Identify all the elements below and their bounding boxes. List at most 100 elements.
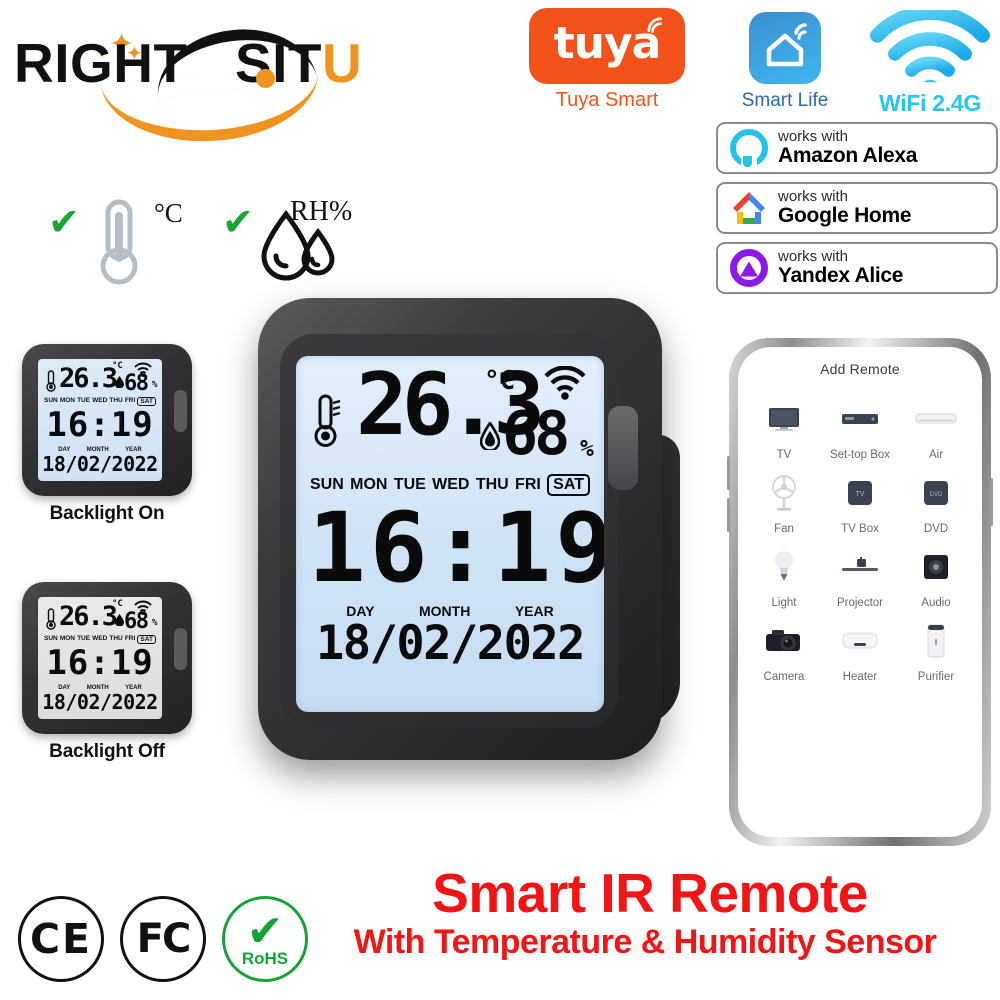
- wifi-icon: [134, 600, 152, 615]
- smart-life-label: Smart Life: [741, 90, 829, 111]
- tv-box-icon: TV: [822, 465, 898, 521]
- device-label: Camera: [763, 671, 805, 683]
- device-option-settop-box[interactable]: Set-top Box: [822, 391, 898, 461]
- logo-wordmark: RIGHT SITU: [14, 36, 362, 91]
- yandex-alice-icon: [728, 247, 770, 289]
- smart-life-badge: Smart Life: [735, 12, 835, 112]
- works-with-prefix: works with: [778, 188, 849, 206]
- main-humidity: 68: [502, 399, 570, 469]
- brand-logo: ✦ ✦ ✦ RIGHT SITU: [14, 20, 424, 147]
- mini-side-button[interactable]: [174, 390, 187, 432]
- variant-backlight-on: 26.3 °C 68 % SUN MON TUE WED THU FRI SAT…: [22, 344, 192, 525]
- variant-caption: Backlight Off: [49, 741, 165, 762]
- main-date: 18/02/2022: [316, 615, 585, 671]
- humidity-drop-icon: [115, 376, 124, 388]
- svg-text:DVD: DVD: [930, 492, 943, 498]
- works-with-platform: Google Home: [778, 203, 912, 227]
- dvd-icon: DVD: [898, 465, 974, 521]
- mini-temp-unit: °C: [112, 361, 123, 371]
- humidity-drop-icon: [480, 422, 500, 450]
- ce-badge: CE: [18, 896, 104, 982]
- device-body: 26.3 °C 68 % SUN MON TUE WED THU FRI SAT…: [258, 298, 662, 760]
- badge-amazon-alexa: works with Amazon Alexa: [716, 122, 998, 174]
- device-option-purifier[interactable]: Purifier: [898, 613, 974, 683]
- temp-unit-label: °C: [154, 198, 183, 228]
- certification-badges: CE FC ✔ RoHS: [18, 896, 308, 982]
- check-icon: ✔: [246, 906, 284, 958]
- mini-temperature: 26.3: [59, 363, 118, 394]
- device-label: Set-top Box: [829, 449, 891, 461]
- feature-temperature: ✔: [48, 203, 80, 241]
- logo-dot-icon: [256, 69, 275, 88]
- works-with-platform: Yandex Alice: [778, 263, 904, 287]
- device-label: TV: [776, 449, 792, 461]
- main-time: 16:19: [308, 492, 604, 604]
- device-option-tv[interactable]: TV: [746, 391, 822, 461]
- device-label: Fan: [774, 523, 794, 535]
- subheadline: With Temperature & Humidity Sensor: [353, 923, 937, 961]
- settop-box-icon: [822, 391, 898, 447]
- device-label: DVD: [923, 523, 949, 535]
- main-device: 26.3 °C 68 % SUN MON TUE WED THU FRI SAT…: [258, 292, 708, 772]
- mini-temperature: 26.3: [59, 601, 118, 632]
- device-option-projector[interactable]: Projector: [822, 539, 898, 609]
- mini-date: 18/02/2022: [42, 690, 158, 714]
- wifi-signal-icon: [870, 10, 990, 83]
- fcc-label: FC: [136, 916, 192, 962]
- heater-icon: [822, 613, 898, 669]
- device-label: Purifier: [917, 671, 955, 683]
- purifier-icon: [898, 613, 974, 669]
- main-lcd-screen: 26.3 °C 68 % SUN MON TUE WED THU FRI SAT…: [296, 356, 604, 712]
- variant-caption: Backlight On: [49, 503, 165, 524]
- camera-icon: [746, 613, 822, 669]
- mini-temp-unit: °C: [112, 599, 123, 609]
- device-option-tv-box[interactable]: TV TV Box: [822, 465, 898, 535]
- badge-google-home: works with Google Home: [716, 182, 998, 234]
- wifi-badge: WiFi 2.4G: [862, 10, 998, 117]
- check-icon: ✔: [222, 200, 254, 244]
- device-option-camera[interactable]: Camera: [746, 613, 822, 683]
- thermometer-icon: [314, 394, 341, 447]
- logo-text-right: RIGHT: [14, 32, 188, 94]
- device-option-dvd[interactable]: DVD DVD: [898, 465, 974, 535]
- air-conditioner-icon: [898, 391, 974, 447]
- works-with-prefix: works with: [778, 248, 849, 266]
- device-label: Heater: [842, 671, 878, 683]
- tuya-logo-tile: tuya: [529, 8, 685, 84]
- product-marketing-image: ✦ ✦ ✦ RIGHT SITU tuya Tuya Smart Smart L…: [0, 0, 1000, 1000]
- mini-lcd-screen: 26.3 °C 68 % SUN MON TUE WED THU FRI SAT…: [38, 359, 162, 481]
- mini-lcd-screen: 26.3 °C 68 % SUN MON TUE WED THU FRI SAT…: [38, 597, 162, 719]
- thermometer-icon: [100, 199, 138, 285]
- phone-volume-down-button[interactable]: [727, 498, 730, 532]
- mini-humidity-unit: %: [152, 618, 158, 628]
- device-option-audio[interactable]: Audio: [898, 539, 974, 609]
- phone-volume-up-button[interactable]: [727, 456, 730, 490]
- alexa-icon: [728, 127, 770, 169]
- device-option-air[interactable]: Air: [898, 391, 974, 461]
- wifi-icon: [134, 362, 152, 377]
- light-bulb-icon: [746, 539, 822, 595]
- works-with-platform: Amazon Alexa: [778, 143, 918, 167]
- mini-time: 16:19: [46, 643, 154, 683]
- device-option-fan[interactable]: Fan: [746, 465, 822, 535]
- phone-mockup: Add Remote TV Set-top Box Air Fan TV TV …: [727, 338, 993, 846]
- device-option-light[interactable]: Light: [746, 539, 822, 609]
- device-label: Light: [771, 597, 797, 609]
- mini-side-button[interactable]: [174, 628, 187, 670]
- logo-text-u: U: [322, 32, 363, 94]
- fcc-badge: FC: [120, 896, 206, 982]
- device-label: Audio: [921, 597, 951, 609]
- works-with-prefix: works with: [778, 128, 849, 146]
- logo-text-situ: SIT: [234, 32, 323, 94]
- tv-icon: [746, 391, 822, 447]
- device-type-grid: TV Set-top Box Air Fan TV TV Box DVD DVD…: [738, 377, 982, 683]
- mini-date: 18/02/2022: [42, 452, 158, 476]
- device-side-button[interactable]: [608, 406, 638, 490]
- phone-power-button[interactable]: [990, 478, 993, 526]
- phone-screen: Add Remote TV Set-top Box Air Fan TV TV …: [738, 347, 982, 837]
- device-option-heater[interactable]: Heater: [822, 613, 898, 683]
- svg-text:TV: TV: [856, 491, 865, 498]
- rohs-label: RoHS: [241, 948, 289, 968]
- smart-life-logo-tile: [749, 12, 821, 84]
- thermometer-icon: [46, 370, 56, 392]
